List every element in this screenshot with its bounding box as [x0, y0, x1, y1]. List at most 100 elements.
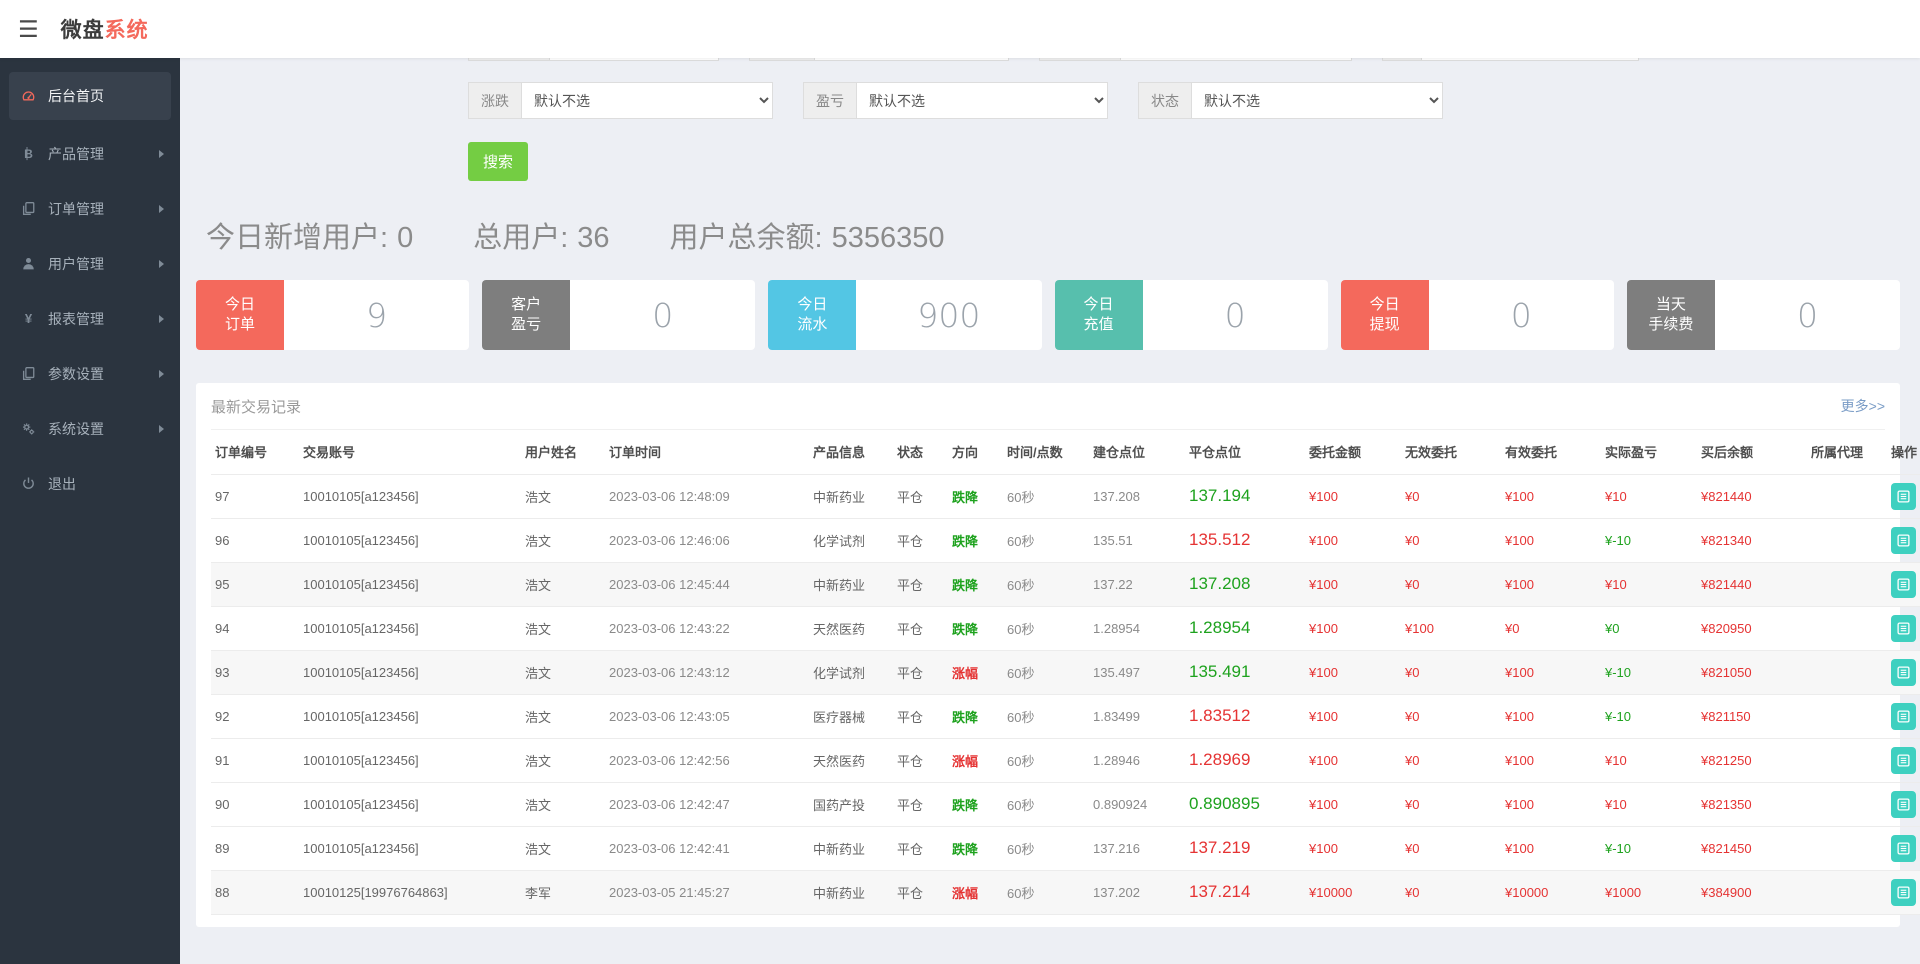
cell-username: 浩文 — [521, 650, 605, 694]
cell-status: 平仓 — [893, 738, 948, 782]
cell-direction: 跌降 — [948, 474, 1003, 518]
cell-action — [1887, 782, 1920, 826]
cell-product: 中新药业 — [809, 826, 893, 870]
sidebar-item-label: 后台首页 — [48, 86, 104, 106]
cell-account: 10010105[a123456] — [299, 518, 521, 562]
hamburger-menu-icon[interactable]: ☰ — [18, 18, 39, 41]
cell-order-time: 2023-03-06 12:43:22 — [605, 606, 809, 650]
cell-order-id: 89 — [211, 826, 299, 870]
cell-status: 平仓 — [893, 518, 948, 562]
cell-valid-entrust: ¥100 — [1501, 826, 1601, 870]
gears-icon — [21, 421, 48, 436]
cell-order-id: 95 — [211, 562, 299, 606]
cell-duration: 60秒 — [1003, 518, 1089, 562]
cell-valid-entrust: ¥100 — [1501, 650, 1601, 694]
cell-valid-entrust: ¥100 — [1501, 562, 1601, 606]
cell-actual-pnl: ¥-10 — [1601, 650, 1697, 694]
stat-total-balance: 用户总余额:5356350 — [670, 214, 945, 256]
stat-value: 36 — [577, 222, 609, 254]
cell-status: 平仓 — [893, 606, 948, 650]
cell-status: 平仓 — [893, 694, 948, 738]
stat-label: 总用户: — [473, 222, 568, 254]
list-icon — [1897, 622, 1910, 635]
stat-value: 5356350 — [832, 222, 945, 254]
cell-product: 中新药业 — [809, 474, 893, 518]
cell-product: 化学试剂 — [809, 518, 893, 562]
main-content: 订单编号 客户 订单时间 至 涨跌 — [180, 0, 1920, 927]
table-row: 96 10010105[a123456] 浩文 2023-03-06 12:46… — [211, 518, 1920, 562]
cell-duration: 60秒 — [1003, 694, 1089, 738]
cell-order-time: 2023-03-06 12:43:05 — [605, 694, 809, 738]
row-detail-button[interactable] — [1891, 659, 1916, 686]
cell-open-price: 137.22 — [1089, 562, 1185, 606]
list-icon — [1897, 578, 1910, 591]
sidebar: 后台首页 B产品管理订单管理用户管理¥报表管理参数设置系统设置退出 — [0, 58, 180, 964]
cell-actual-pnl: ¥10 — [1601, 562, 1697, 606]
list-icon — [1897, 490, 1910, 503]
sidebar-item-logout[interactable]: 退出 — [0, 456, 180, 511]
list-icon — [1897, 886, 1910, 899]
summary-card: 客户盈亏0 — [482, 280, 755, 350]
updown-select[interactable]: 默认不选 — [521, 82, 773, 119]
pnl-label: 盈亏 — [803, 82, 856, 119]
cell-action — [1887, 518, 1920, 562]
table-row: 90 10010105[a123456] 浩文 2023-03-06 12:42… — [211, 782, 1920, 826]
row-detail-button[interactable] — [1891, 747, 1916, 774]
summary-cards: 今日订单9客户盈亏0今日流水900今日充值0今日提现0当天手续费0 — [196, 280, 1900, 350]
table-row: 97 10010105[a123456] 浩文 2023-03-06 12:48… — [211, 474, 1920, 518]
cell-action — [1887, 694, 1920, 738]
summary-card: 当天手续费0 — [1627, 280, 1900, 350]
cell-close-price: 137.219 — [1185, 826, 1305, 870]
cell-username: 李军 — [521, 870, 605, 914]
panel-title: 最新交易记录 — [211, 396, 301, 417]
cell-agent — [1807, 650, 1887, 694]
row-detail-button[interactable] — [1891, 703, 1916, 730]
user-icon — [21, 256, 48, 271]
more-link[interactable]: 更多>> — [1841, 396, 1885, 416]
row-detail-button[interactable] — [1891, 571, 1916, 598]
list-icon — [1897, 754, 1910, 767]
cell-status: 平仓 — [893, 782, 948, 826]
cell-close-price: 1.28954 — [1185, 606, 1305, 650]
sidebar-item-params[interactable]: 参数设置 — [0, 346, 180, 401]
sidebar-item-orders[interactable]: 订单管理 — [0, 181, 180, 236]
chevron-right-icon — [159, 205, 164, 213]
sidebar-item-system[interactable]: 系统设置 — [0, 401, 180, 456]
row-detail-button[interactable] — [1891, 483, 1916, 510]
card-value: 0 — [1715, 280, 1900, 350]
cell-order-time: 2023-03-06 12:43:12 — [605, 650, 809, 694]
cell-entrust-amount: ¥100 — [1305, 782, 1401, 826]
cell-close-price: 1.28969 — [1185, 738, 1305, 782]
cell-order-time: 2023-03-06 12:42:41 — [605, 826, 809, 870]
card-label: 客户盈亏 — [482, 280, 570, 350]
sidebar-item-home[interactable]: 后台首页 — [9, 72, 171, 120]
row-detail-button[interactable] — [1891, 879, 1916, 906]
cell-invalid-entrust: ¥0 — [1401, 650, 1501, 694]
cell-actual-pnl: ¥10 — [1601, 474, 1697, 518]
row-detail-button[interactable] — [1891, 835, 1916, 862]
row-detail-button[interactable] — [1891, 791, 1916, 818]
cell-username: 浩文 — [521, 694, 605, 738]
sidebar-item-products[interactable]: B产品管理 — [0, 126, 180, 181]
search-button[interactable]: 搜索 — [468, 142, 528, 181]
pnl-select[interactable]: 默认不选 — [856, 82, 1108, 119]
cell-duration: 60秒 — [1003, 870, 1089, 914]
row-detail-button[interactable] — [1891, 527, 1916, 554]
chevron-right-icon — [159, 315, 164, 323]
cell-action — [1887, 826, 1920, 870]
cell-duration: 60秒 — [1003, 738, 1089, 782]
table-header-row: 订单编号交易账号用户姓名订单时间产品信息状态方向时间/点数建仓点位平仓点位委托金… — [211, 430, 1920, 474]
status-select[interactable]: 默认不选 — [1191, 82, 1443, 119]
cell-status: 平仓 — [893, 474, 948, 518]
row-detail-button[interactable] — [1891, 615, 1916, 642]
cell-balance-after: ¥384900 — [1697, 870, 1807, 914]
table-row: 89 10010105[a123456] 浩文 2023-03-06 12:42… — [211, 826, 1920, 870]
yen-icon: ¥ — [21, 311, 48, 326]
cell-order-id: 97 — [211, 474, 299, 518]
sidebar-item-label: 订单管理 — [48, 199, 104, 219]
sidebar-item-users[interactable]: 用户管理 — [0, 236, 180, 291]
cell-order-id: 94 — [211, 606, 299, 650]
sidebar-item-reports[interactable]: ¥报表管理 — [0, 291, 180, 346]
stat-value: 0 — [397, 222, 413, 254]
cell-invalid-entrust: ¥0 — [1401, 562, 1501, 606]
